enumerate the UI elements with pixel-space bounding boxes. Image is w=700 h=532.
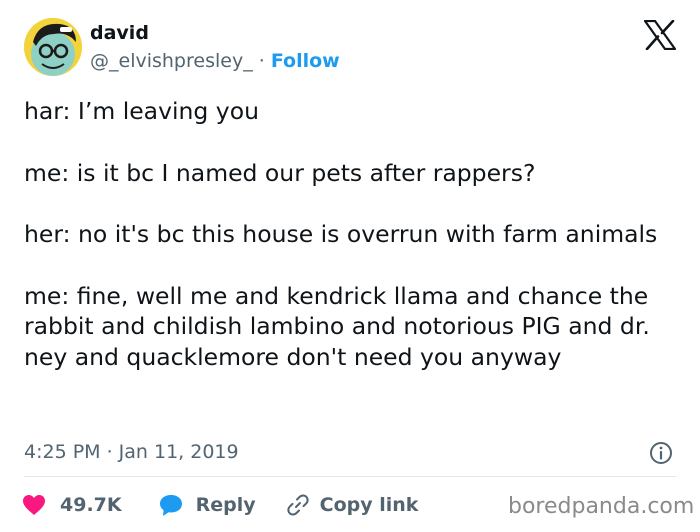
divider [24, 476, 676, 477]
like-button[interactable]: 49.7K [22, 494, 122, 516]
reply-button[interactable]: Reply [158, 493, 256, 517]
heart-icon [23, 495, 45, 515]
x-logo-icon[interactable] [644, 20, 676, 50]
action-bar: 49.7K Reply Copy link [22, 490, 418, 520]
link-icon [287, 494, 309, 516]
tweet-line: me: is it bc I named our pets after rapp… [24, 158, 536, 187]
copy-link-button[interactable]: Copy link [286, 493, 419, 517]
reply-label: Reply [195, 494, 256, 516]
avatar[interactable] [24, 18, 82, 76]
tweet-line: me: fine, well me and kendrick llama and… [24, 281, 650, 371]
separator: · [258, 50, 265, 72]
info-icon[interactable] [649, 441, 673, 465]
timestamp[interactable]: 4:25 PM · Jan 11, 2019 [24, 441, 239, 463]
follow-button[interactable]: Follow [271, 50, 340, 72]
tweet-line: her: no it's bc this house is overrun wi… [24, 220, 658, 248]
tweet-line: har: I’m leaving you [24, 97, 259, 125]
handle-row: @_elvishpresley_ · Follow [90, 50, 340, 72]
avatar-illustration [24, 18, 82, 76]
display-name[interactable]: david [90, 22, 149, 44]
reply-bubble-icon [159, 495, 182, 516]
watermark: boredpanda.com [508, 494, 695, 519]
tweet-text: har: I’m leaving you me: is it bc I name… [24, 96, 684, 372]
like-count: 49.7K [60, 494, 122, 516]
copy-link-label: Copy link [319, 494, 419, 516]
tweet-card: david @_elvishpresley_ · Follow har: I’m… [0, 0, 700, 532]
handle[interactable]: @_elvishpresley_ [90, 50, 253, 72]
